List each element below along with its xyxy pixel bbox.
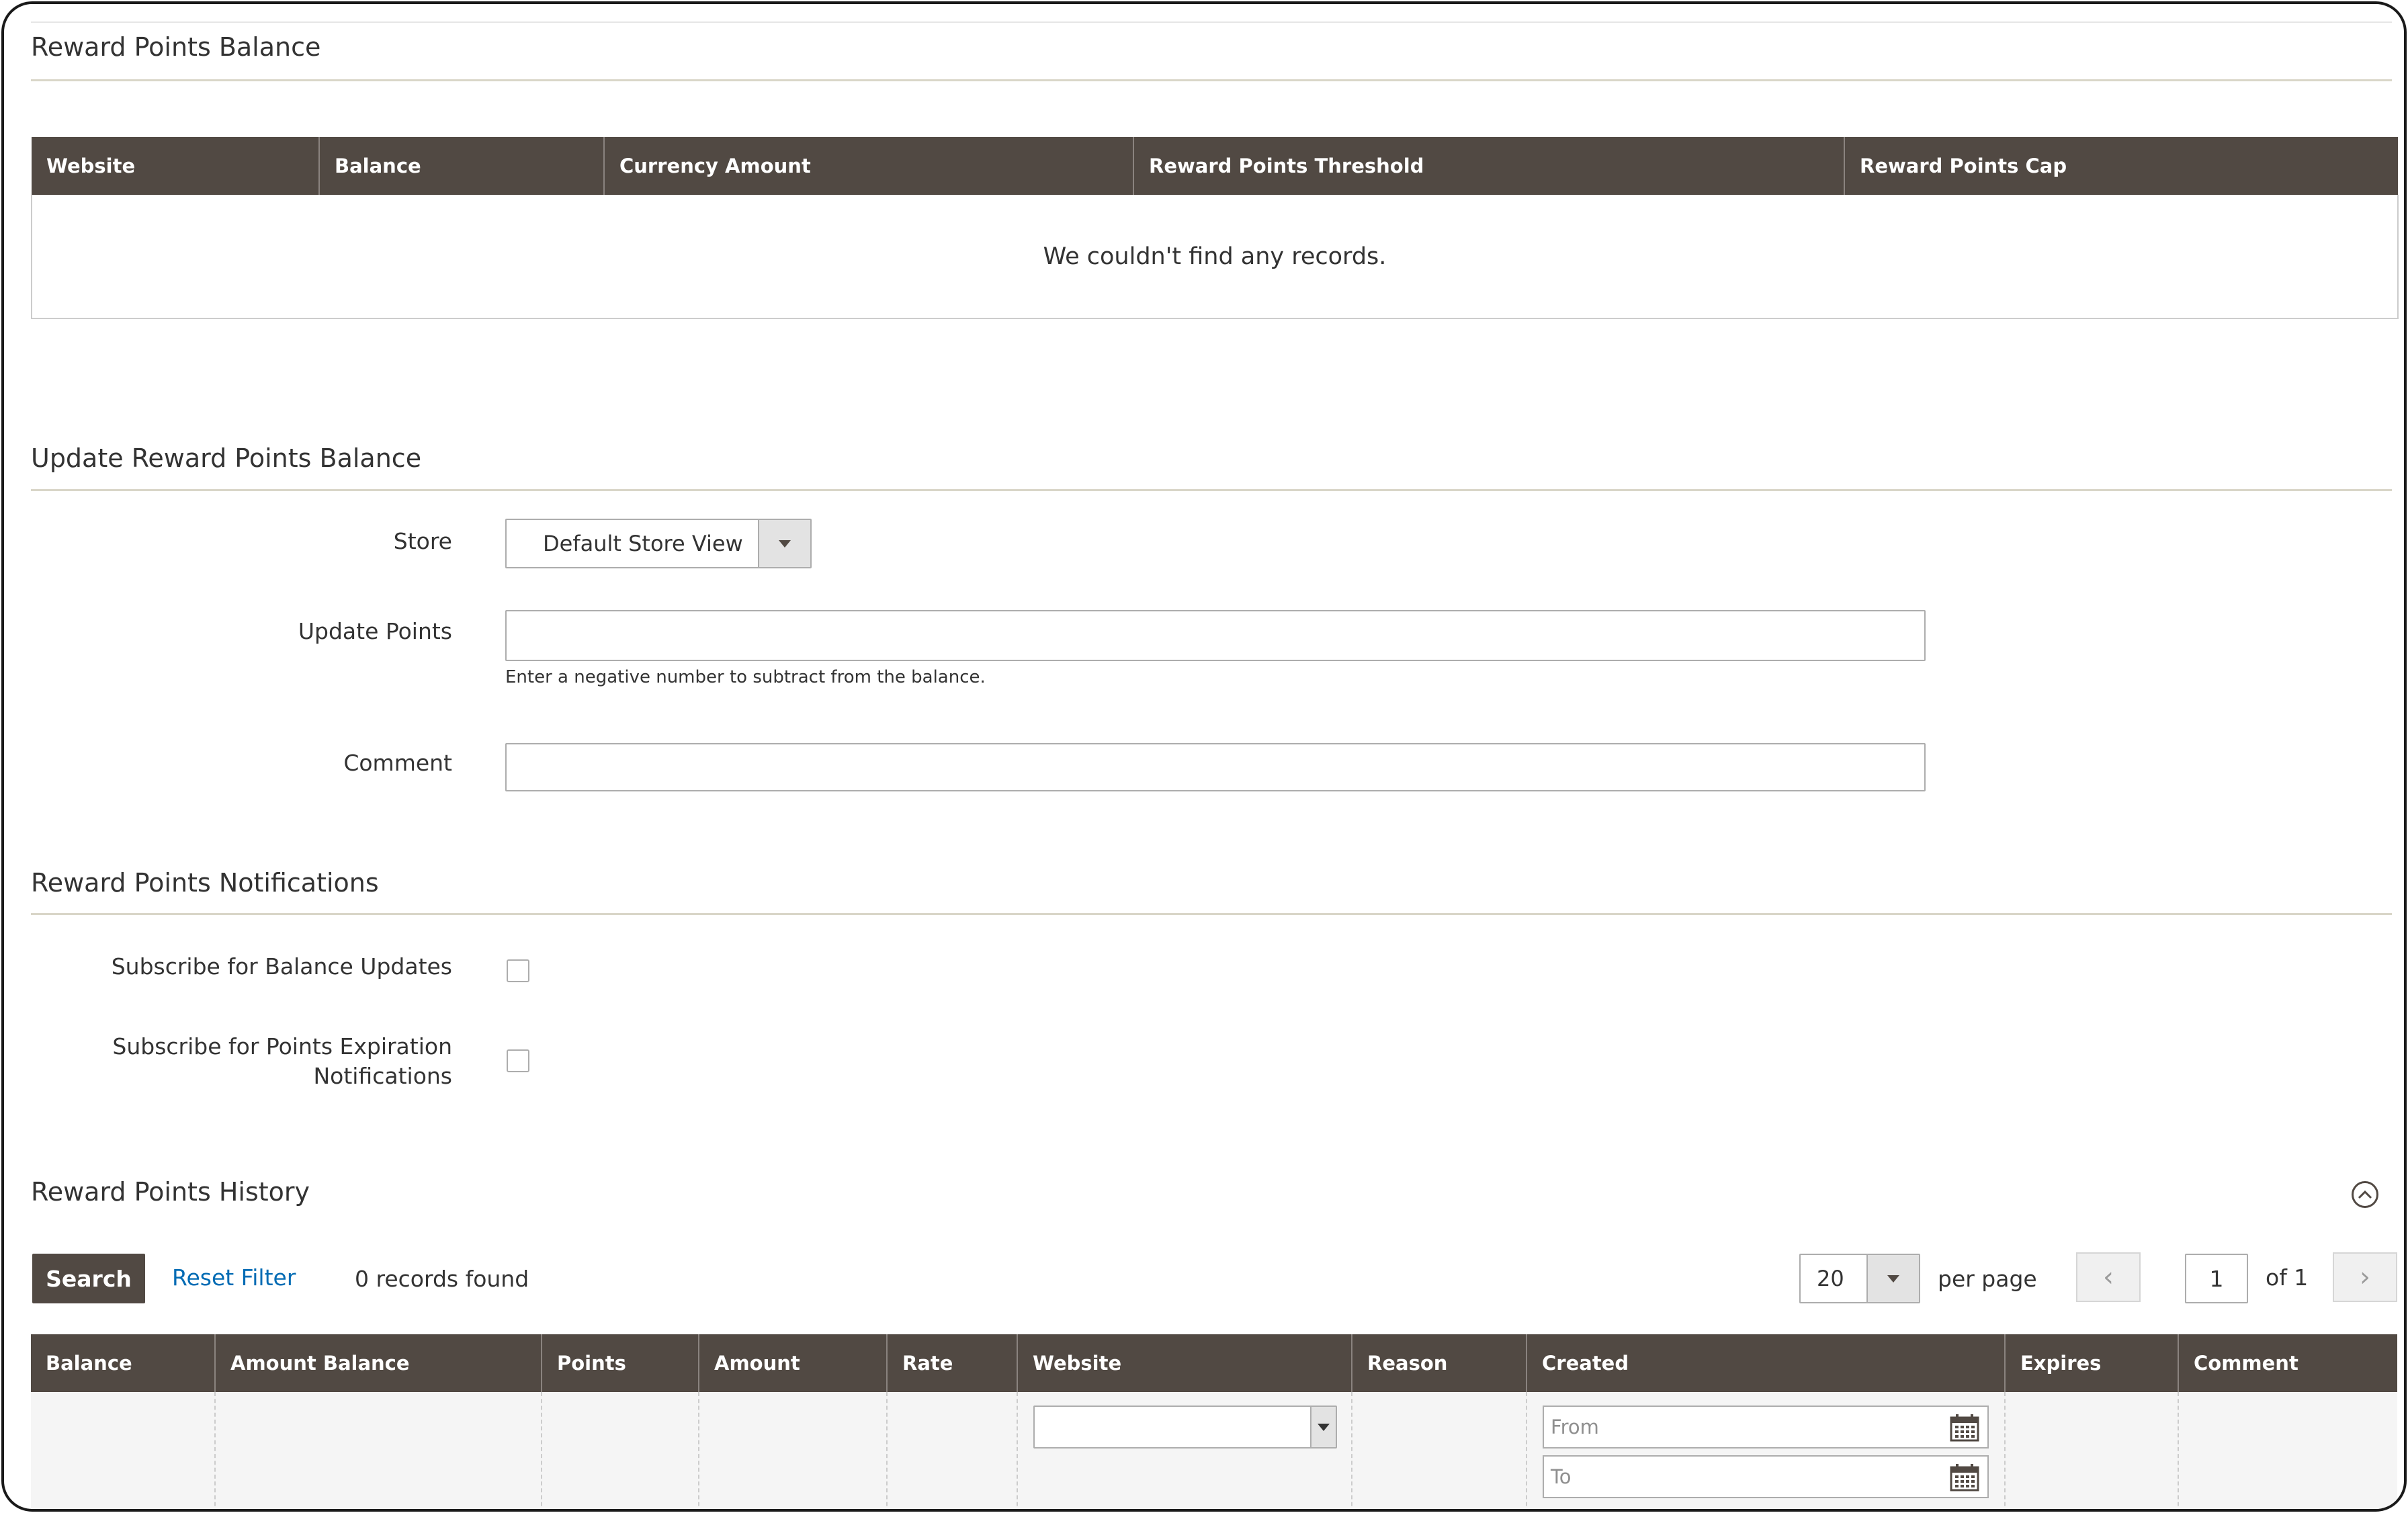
chevron-left-icon: ‹ — [2103, 1262, 2114, 1293]
update-points-note: Enter a negative number to subtract from… — [505, 667, 986, 687]
page-frame: Reward Points Balance Website Balance Cu… — [1, 1, 2407, 1512]
col-reward-points-cap[interactable]: Reward Points Cap — [1844, 137, 2398, 195]
created-from-input[interactable]: From — [1543, 1406, 1989, 1449]
chevron-down-icon — [758, 520, 810, 567]
created-to-placeholder: To — [1551, 1465, 1572, 1488]
calendar-icon[interactable] — [1950, 1463, 1979, 1492]
col-history-expires[interactable]: Expires — [2005, 1334, 2179, 1392]
col-history-comment[interactable]: Comment — [2178, 1334, 2397, 1392]
search-button[interactable]: Search — [32, 1254, 145, 1303]
current-page-value: 1 — [2209, 1265, 2224, 1292]
subscribe-expiration-label: Subscribe for Points Expiration Notifica… — [112, 1032, 452, 1091]
col-history-rate[interactable]: Rate — [887, 1334, 1018, 1392]
col-history-created[interactable]: Created — [1526, 1334, 2006, 1392]
empty-records-message: We couldn't find any records. — [31, 195, 2399, 319]
filter-cell — [887, 1392, 1018, 1509]
notifications-section-title: Reward Points Notifications — [31, 868, 379, 898]
created-from-placeholder: From — [1551, 1416, 1599, 1438]
col-history-balance[interactable]: Balance — [31, 1334, 216, 1392]
subscribe-balance-label: Subscribe for Balance Updates — [111, 953, 452, 980]
store-select[interactable]: Default Store View — [505, 519, 812, 568]
subscribe-expiration-label-line2: Notifications — [313, 1063, 452, 1089]
col-history-website[interactable]: Website — [1017, 1334, 1352, 1392]
chevron-down-icon — [1866, 1255, 1919, 1302]
filter-cell — [1352, 1392, 1527, 1509]
top-divider — [31, 21, 2392, 23]
subscribe-balance-checkbox[interactable] — [507, 959, 529, 982]
col-history-points[interactable]: Points — [542, 1334, 699, 1392]
filter-cell — [31, 1392, 216, 1509]
update-points-label: Update Points — [298, 618, 452, 644]
history-section-title: Reward Points History — [31, 1177, 310, 1207]
subscribe-expiration-checkbox[interactable] — [507, 1049, 529, 1072]
filter-cell — [215, 1392, 542, 1509]
comment-input[interactable] — [505, 743, 1926, 791]
store-label: Store — [393, 528, 452, 554]
balance-section-rule — [31, 79, 2392, 81]
prev-page-button[interactable]: ‹ — [2076, 1252, 2141, 1302]
created-to-input[interactable]: To — [1543, 1455, 1989, 1498]
col-history-amount[interactable]: Amount — [699, 1334, 888, 1392]
per-page-value: 20 — [1817, 1266, 1844, 1291]
per-page-label: per page — [1938, 1266, 2037, 1292]
balance-table: Website Balance Currency Amount Reward P… — [31, 137, 2399, 319]
comment-label: Comment — [343, 750, 452, 776]
page-number-input[interactable]: 1 — [2185, 1254, 2248, 1303]
col-balance[interactable]: Balance — [319, 137, 605, 195]
update-points-input[interactable] — [505, 610, 1926, 661]
col-website[interactable]: Website — [32, 137, 320, 195]
update-section-rule — [31, 489, 2392, 491]
reset-filter-link[interactable]: Reset Filter — [172, 1264, 296, 1291]
col-currency-amount[interactable]: Currency Amount — [604, 137, 1134, 195]
balance-section-title: Reward Points Balance — [31, 32, 321, 62]
col-history-reason[interactable]: Reason — [1352, 1334, 1527, 1392]
store-select-value: Default Store View — [543, 531, 743, 556]
filter-cell — [699, 1392, 888, 1509]
filter-cell — [2005, 1392, 2179, 1509]
per-page-select[interactable]: 20 — [1799, 1254, 1920, 1303]
notifications-section-rule — [31, 913, 2392, 915]
update-section-title: Update Reward Points Balance — [31, 443, 422, 473]
subscribe-expiration-label-line1: Subscribe for Points Expiration — [112, 1033, 452, 1060]
calendar-icon[interactable] — [1950, 1414, 1979, 1442]
chevron-down-icon — [1310, 1407, 1336, 1447]
col-reward-points-threshold[interactable]: Reward Points Threshold — [1133, 137, 1845, 195]
website-filter-select[interactable] — [1033, 1406, 1337, 1449]
records-found-count: 0 records found — [355, 1266, 529, 1292]
next-page-button[interactable]: › — [2333, 1252, 2397, 1302]
total-pages-label: of 1 — [2266, 1264, 2309, 1291]
collapse-up-icon[interactable] — [2352, 1181, 2378, 1208]
col-history-amount-balance[interactable]: Amount Balance — [215, 1334, 542, 1392]
filter-cell — [2178, 1392, 2397, 1509]
filter-cell — [542, 1392, 699, 1509]
chevron-right-icon: › — [2360, 1262, 2370, 1293]
